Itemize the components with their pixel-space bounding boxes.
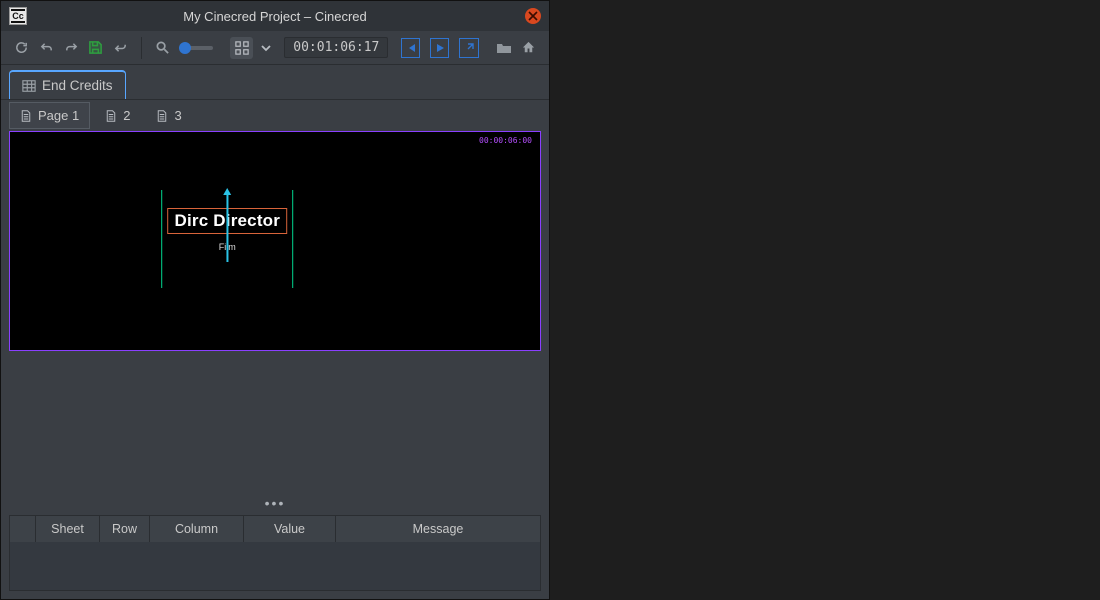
tab-end-credits[interactable]: End Credits (9, 70, 126, 99)
workspace-filler (1, 353, 549, 491)
page-icon (105, 110, 117, 122)
revert-icon (113, 40, 128, 55)
toolbar: 00:01:06:17 (1, 31, 549, 65)
folder-open-icon (496, 40, 512, 56)
popout-button[interactable] (459, 38, 478, 58)
skip-start-icon (406, 43, 416, 53)
layout-icon (235, 41, 249, 55)
close-icon (528, 11, 538, 21)
play-icon (435, 43, 445, 53)
sheet-tabs: End Credits (1, 65, 549, 99)
credit-block: Dirc Director Film (168, 208, 288, 252)
revert-button[interactable] (110, 37, 131, 59)
spreadsheet-icon (22, 79, 36, 93)
refresh-icon (14, 40, 29, 55)
preview-canvas[interactable]: 00:00:06:00 Dirc Director Film (9, 131, 541, 351)
app-icon-label: Cc (12, 11, 24, 21)
tab-page-1[interactable]: Page 1 (9, 102, 90, 129)
timecode-field[interactable]: 00:01:06:17 (284, 37, 388, 58)
col-icon[interactable] (10, 516, 36, 542)
guide-left (162, 190, 163, 288)
preview-area: 00:00:06:00 Dirc Director Film (1, 129, 549, 353)
app-icon: Cc (9, 7, 27, 25)
tab-page-2-label: 2 (123, 108, 130, 123)
home-icon (521, 40, 536, 55)
tab-page-3-label: 3 (174, 108, 181, 123)
zoom-slider[interactable] (179, 46, 213, 50)
page-tabs: Page 1 2 3 (1, 99, 549, 129)
message-table-body (10, 542, 540, 590)
col-row[interactable]: Row (100, 516, 150, 542)
center-guide (227, 192, 229, 262)
home-button[interactable] (518, 37, 539, 59)
window-title: My Cinecred Project – Cinecred (1, 9, 549, 24)
preview-timecode-overlay: 00:00:06:00 (479, 136, 532, 145)
guide-right (292, 190, 293, 288)
col-message[interactable]: Message (336, 516, 540, 542)
chevron-down-icon (260, 42, 272, 54)
undo-icon (39, 40, 54, 55)
col-column[interactable]: Column (150, 516, 244, 542)
layout-dropdown[interactable] (257, 37, 274, 59)
tab-page-1-label: Page 1 (38, 108, 79, 123)
tab-end-credits-label: End Credits (42, 78, 113, 93)
col-value[interactable]: Value (244, 516, 336, 542)
zoom-slider-thumb[interactable] (179, 42, 191, 54)
close-button[interactable] (525, 8, 541, 24)
resize-handle[interactable]: ••• (1, 491, 549, 515)
message-table: Sheet Row Column Value Message (9, 515, 541, 591)
search-icon (155, 40, 170, 55)
page-icon (20, 110, 32, 122)
message-table-header: Sheet Row Column Value Message (10, 516, 540, 542)
open-folder-button[interactable] (493, 37, 514, 59)
layout-button[interactable] (230, 37, 253, 59)
tab-page-2[interactable]: 2 (94, 102, 141, 129)
tab-page-3[interactable]: 3 (145, 102, 192, 129)
play-from-start-button[interactable] (401, 38, 420, 58)
separator (141, 37, 142, 59)
redo-button[interactable] (61, 37, 82, 59)
titlebar: Cc My Cinecred Project – Cinecred (1, 1, 549, 31)
arrow-up-icon (222, 188, 232, 196)
save-icon (88, 40, 103, 55)
redo-icon (64, 40, 79, 55)
save-button[interactable] (85, 37, 106, 59)
page-icon (156, 110, 168, 122)
popout-icon (464, 43, 474, 53)
search-button[interactable] (152, 37, 173, 59)
play-button[interactable] (430, 38, 449, 58)
right-empty-pane (550, 0, 1100, 600)
undo-button[interactable] (36, 37, 57, 59)
app-window: Cc My Cinecred Project – Cinecred (0, 0, 550, 600)
refresh-button[interactable] (11, 37, 32, 59)
col-sheet[interactable]: Sheet (36, 516, 100, 542)
